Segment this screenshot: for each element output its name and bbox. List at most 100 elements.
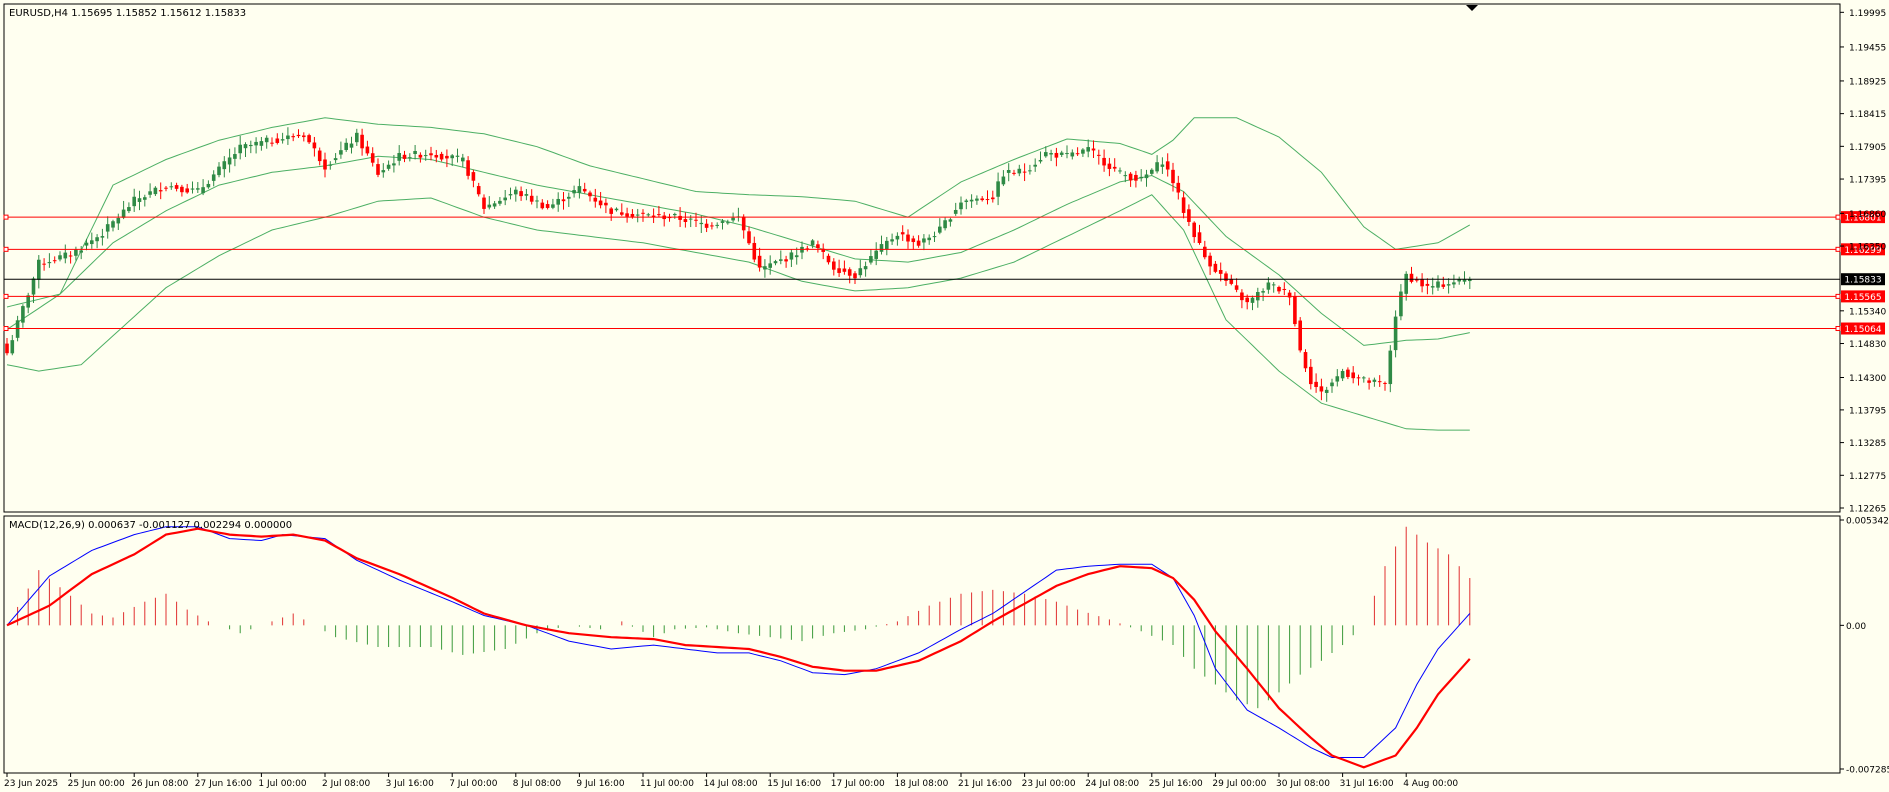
candle-body [991, 197, 995, 200]
candle-body [609, 208, 613, 214]
candle-body [508, 194, 513, 196]
macd-tick-label: 0.00 [1846, 622, 1866, 632]
candle-body [948, 219, 953, 222]
candle-body [593, 197, 598, 202]
candle-body [100, 236, 105, 238]
candle-body [307, 135, 311, 143]
candle-body [1415, 279, 1419, 281]
price-tick-label: 1.18415 [1849, 110, 1886, 120]
candle-body [1282, 288, 1287, 290]
candle-body [582, 188, 587, 192]
candle-body [450, 155, 454, 159]
candle-body [895, 235, 900, 240]
level-price-label: 1.15064 [1844, 325, 1881, 335]
candle-body [461, 157, 465, 162]
candle-body [233, 154, 237, 159]
candle-body [487, 204, 492, 208]
candle-body [312, 142, 317, 149]
level-handle-left[interactable] [3, 293, 9, 299]
candle-body [959, 202, 963, 210]
candle-body [455, 155, 460, 157]
candle-body [529, 195, 534, 202]
candle-body [445, 155, 449, 159]
candle-body [158, 190, 163, 192]
candle-body [975, 198, 979, 201]
candle-body [206, 183, 211, 188]
candle-body [1362, 377, 1366, 379]
candle-body [105, 224, 110, 232]
candle-body [996, 181, 1000, 197]
time-tick-label: 7 Jul 00:00 [449, 779, 498, 789]
level-handle-right[interactable] [1835, 246, 1841, 252]
candle-body [646, 214, 651, 216]
candle-body [1134, 174, 1138, 181]
candle-body [196, 188, 200, 190]
price-tick-label: 1.13285 [1849, 439, 1886, 449]
candle-body [68, 255, 73, 257]
candle-body [185, 188, 189, 193]
candle-body [604, 202, 608, 206]
candle-body [1112, 166, 1117, 169]
time-tick-label: 21 Jul 16:00 [958, 779, 1012, 789]
candle-body [911, 238, 916, 243]
macd-title: MACD(12,26,9) 0.000637 -0.001127 0.00229… [9, 520, 292, 531]
candle-body [577, 186, 582, 193]
level-price-tag: 1.15565 [1841, 290, 1885, 303]
candle-body [588, 192, 592, 197]
candle-body [1399, 291, 1403, 317]
candle-body [1139, 176, 1143, 179]
price-tick-label: 1.13795 [1849, 406, 1886, 416]
candle-body [1097, 154, 1101, 156]
candle-body [249, 144, 253, 147]
price-tick-label: 1.19455 [1849, 43, 1886, 53]
candle-body [143, 197, 147, 200]
candle-body [673, 213, 677, 216]
price-tick-label: 1.16350 [1849, 243, 1886, 253]
candle-body [333, 158, 338, 161]
candle-body [1250, 297, 1255, 303]
candle-body [1346, 369, 1350, 377]
candle-body [47, 262, 52, 264]
candle-body [381, 170, 386, 173]
candle-body [943, 220, 947, 229]
level-handle-left[interactable] [3, 326, 9, 332]
level-handle-right[interactable] [1835, 326, 1841, 332]
candle-body [551, 204, 555, 208]
candle-body [243, 144, 248, 149]
level-handle-left[interactable] [3, 246, 9, 252]
candle-body [217, 166, 221, 176]
candle-body [1409, 273, 1414, 282]
time-tick-label: 25 Jul 16:00 [1149, 779, 1203, 789]
candle-body [74, 249, 78, 256]
candle-body [1388, 350, 1393, 385]
candle-body [514, 189, 518, 195]
candle-body [932, 236, 937, 238]
candle-body [1006, 169, 1011, 173]
candle-body [699, 222, 704, 225]
level-handle-right[interactable] [1835, 214, 1841, 220]
candle-body [84, 242, 89, 246]
candle-body [922, 238, 926, 243]
current-price-tag: 1.15833 [1841, 273, 1885, 286]
candle-body [1197, 232, 1202, 243]
candle-body [1324, 389, 1329, 393]
candle-body [1038, 159, 1043, 162]
candle-body [1234, 285, 1239, 290]
candle-body [355, 132, 359, 143]
level-price-label: 1.15565 [1844, 293, 1881, 303]
candle-body [418, 154, 423, 158]
candle-body [953, 209, 958, 214]
candle-body [370, 153, 375, 163]
candle-body [174, 185, 179, 189]
mt4-chart[interactable]: 1.168011.162991.155651.150641.15833 1.19… [0, 0, 1889, 792]
candle-body [498, 200, 502, 204]
price-tick-label: 1.17395 [1849, 176, 1886, 186]
candle-body [1181, 197, 1186, 213]
time-tick-label: 18 Jul 08:00 [894, 779, 948, 789]
candle-body [752, 242, 757, 260]
candle-body [545, 204, 550, 208]
level-handle-right[interactable] [1835, 293, 1841, 299]
candle-body [1303, 352, 1308, 369]
level-handle-left[interactable] [3, 214, 9, 220]
candle-body [1123, 175, 1128, 177]
